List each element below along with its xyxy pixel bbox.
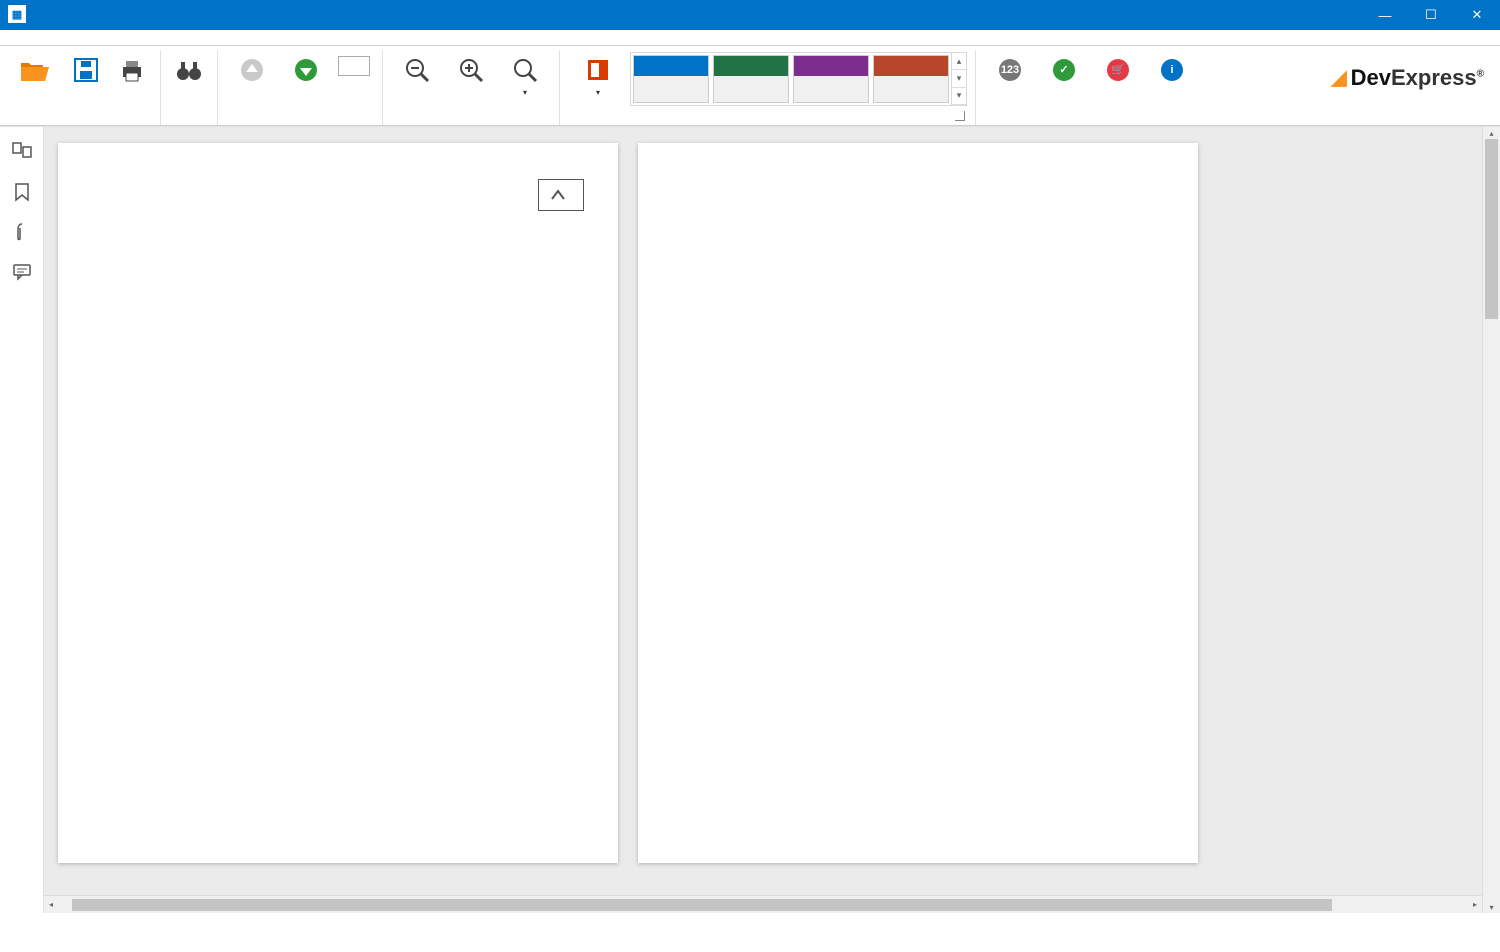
getting-started-button[interactable]: 123 <box>984 52 1036 90</box>
badge-123-icon: 123 <box>994 54 1026 86</box>
thumbnails-icon[interactable] <box>11 141 33 163</box>
group-skins-label <box>568 118 967 123</box>
pdf-page-1 <box>58 143 618 863</box>
magnifier-icon <box>509 54 541 86</box>
info-icon: i <box>1156 54 1188 86</box>
attachment-icon[interactable] <box>11 221 33 243</box>
vertical-scrollbar[interactable]: ▴▾ <box>1482 127 1500 913</box>
devexpress-logo: ◢DevExpress® <box>1331 50 1500 125</box>
bookmark-icon[interactable] <box>11 181 33 203</box>
horizontal-scrollbar[interactable]: ◂ ▸ <box>44 895 1482 913</box>
skin-gallery-scroll[interactable]: ▴▾▾ <box>951 52 967 106</box>
folder-open-icon <box>18 54 50 86</box>
get-free-support-button[interactable]: ✓ <box>1038 52 1090 90</box>
about-button[interactable]: i <box>1146 52 1198 90</box>
app-icon: ▦ <box>8 5 26 23</box>
office-icon <box>582 54 614 86</box>
comments-icon[interactable] <box>11 261 33 283</box>
close-button[interactable]: ✕ <box>1454 0 1500 30</box>
northwind-logo <box>538 179 584 211</box>
title-bar: ▦ — ☐ ✕ <box>0 0 1500 30</box>
group-devexpress-label <box>984 118 1198 123</box>
ribbon-tabs <box>0 30 1500 46</box>
group-file-label <box>8 118 152 123</box>
buy-now-button[interactable]: 🛒 <box>1092 52 1144 90</box>
zoom-in-icon <box>455 54 487 86</box>
group-find-label <box>169 118 209 123</box>
skin-green[interactable] <box>713 55 789 103</box>
zoom-dropdown-button[interactable]: ▾ <box>499 52 551 99</box>
color-scheme-dropdown[interactable]: ▾ <box>568 52 628 99</box>
arrow-down-icon <box>290 54 322 86</box>
print-button[interactable] <box>112 52 152 90</box>
save-as-button[interactable] <box>62 52 110 90</box>
document-viewer[interactable] <box>44 127 1482 895</box>
chevron-down-icon: ▾ <box>523 88 527 97</box>
dialog-launcher-icon[interactable] <box>955 111 965 121</box>
page-number-input[interactable] <box>338 56 370 76</box>
next-page-button[interactable] <box>280 52 332 90</box>
group-zoom-label <box>391 118 551 123</box>
skin-purple[interactable] <box>793 55 869 103</box>
side-toolbar <box>0 127 44 913</box>
arrow-up-icon <box>236 54 268 86</box>
group-navigation-label <box>226 118 374 123</box>
pdf-page-2 <box>638 143 1198 863</box>
check-icon: ✓ <box>1048 54 1080 86</box>
save-icon <box>70 54 102 86</box>
skin-gallery[interactable] <box>630 52 952 106</box>
binoculars-icon <box>173 54 205 86</box>
zoom-out-button[interactable] <box>391 52 443 90</box>
minimize-button[interactable]: — <box>1362 0 1408 30</box>
previous-page-button[interactable] <box>226 52 278 90</box>
zoom-in-button[interactable] <box>445 52 497 90</box>
ribbon: ▾ ▾ ▴▾▾ 12 <box>0 46 1500 126</box>
open-button[interactable] <box>8 52 60 90</box>
find-button[interactable] <box>169 52 209 90</box>
cart-icon: 🛒 <box>1102 54 1134 86</box>
chevron-down-icon: ▾ <box>596 88 600 97</box>
print-icon <box>116 54 148 86</box>
skin-blue[interactable] <box>633 55 709 103</box>
maximize-button[interactable]: ☐ <box>1408 0 1454 30</box>
skin-red[interactable] <box>873 55 949 103</box>
zoom-out-icon <box>401 54 433 86</box>
